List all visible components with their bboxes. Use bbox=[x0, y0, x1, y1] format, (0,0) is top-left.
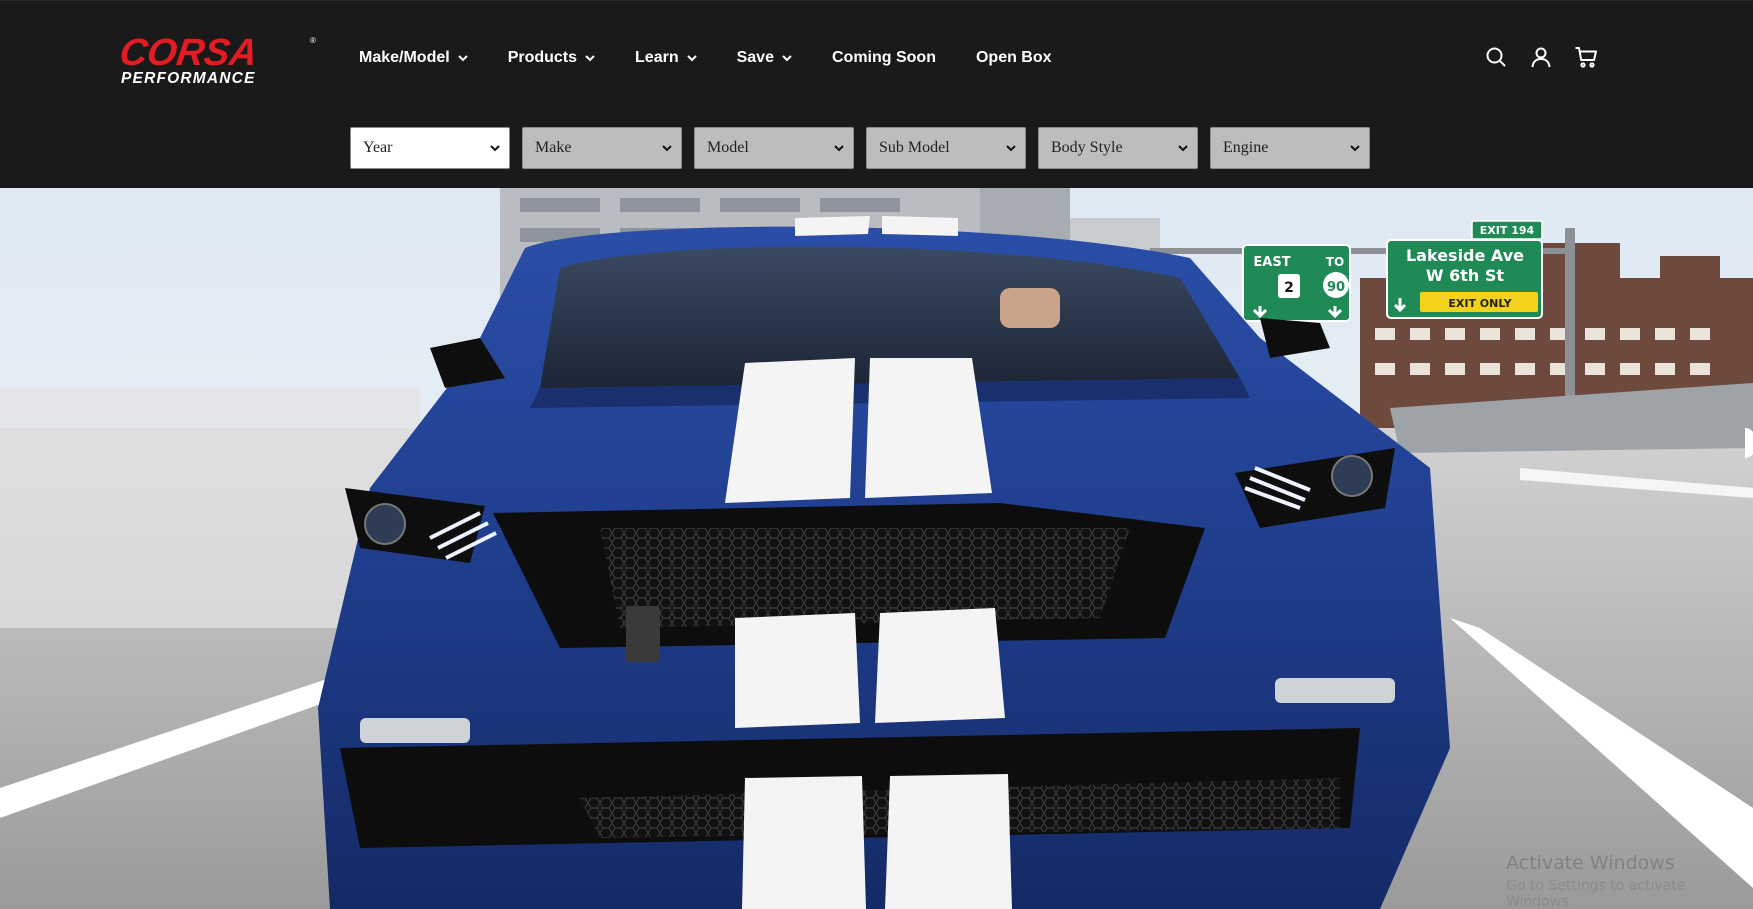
vehicle-filter-bar: Year Make Model Sub Model Body Style Engine bbox=[350, 127, 1382, 169]
svg-text:EAST: EAST bbox=[1253, 255, 1290, 270]
select-value: Body Style bbox=[1051, 139, 1123, 156]
nav-item-label: Open Box bbox=[975, 49, 1052, 66]
hero-image: EAST TO 2 90 EXIT 194 Lakeside Ave W 6th… bbox=[0, 188, 1753, 909]
logo-registered-mark: ® bbox=[310, 36, 316, 45]
nav-item-open-box[interactable]: Open Box bbox=[976, 49, 1052, 67]
search-icon[interactable] bbox=[1484, 45, 1508, 69]
logo-corsa-text: CORSA bbox=[119, 31, 260, 74]
svg-text:EXIT 194: EXIT 194 bbox=[1480, 224, 1535, 237]
nav-item-label: Make/Model bbox=[359, 49, 450, 66]
chevron-down-icon bbox=[1006, 145, 1016, 152]
chevron-down-icon bbox=[662, 145, 672, 152]
blue-sports-car bbox=[318, 226, 1450, 909]
nav-item-label: Coming Soon bbox=[831, 49, 936, 66]
year-select[interactable]: Year bbox=[350, 127, 510, 169]
engine-select[interactable]: Engine bbox=[1210, 127, 1370, 169]
select-value: Sub Model bbox=[879, 139, 950, 156]
chevron-down-icon bbox=[1350, 145, 1360, 152]
svg-text:2: 2 bbox=[1284, 280, 1294, 296]
chevron-down-icon bbox=[686, 54, 697, 61]
make-select[interactable]: Make bbox=[522, 127, 682, 169]
nav-item-label: Products bbox=[507, 49, 578, 66]
chevron-down-icon bbox=[782, 54, 792, 61]
chevron-down-icon bbox=[1178, 145, 1188, 152]
nav-item-save[interactable]: Save bbox=[737, 49, 792, 67]
nav-item-coming-soon[interactable]: Coming Soon bbox=[832, 49, 936, 67]
watermark-line2: Go to Settings to activate Windows. bbox=[1506, 878, 1686, 909]
chevron-down-icon bbox=[834, 145, 844, 152]
select-value: Make bbox=[535, 139, 572, 156]
nav-item-learn[interactable]: Learn bbox=[635, 49, 697, 67]
svg-text:Lakeside Ave: Lakeside Ave bbox=[1406, 246, 1524, 265]
nav-item-products[interactable]: Products bbox=[508, 49, 595, 67]
svg-text:TO: TO bbox=[1326, 255, 1344, 269]
body-style-select[interactable]: Body Style bbox=[1038, 127, 1198, 169]
sub-model-select[interactable]: Sub Model bbox=[866, 127, 1026, 169]
svg-text:W 6th St: W 6th St bbox=[1426, 266, 1504, 285]
corsa-performance-logo[interactable]: CORSA ® PERFORMANCE bbox=[119, 31, 319, 87]
cart-icon[interactable] bbox=[1574, 45, 1598, 69]
svg-text:90: 90 bbox=[1327, 280, 1345, 295]
os-activation-watermark: Activate Windows Go to Settings to activ… bbox=[1506, 852, 1753, 909]
logo-performance-text: PERFORMANCE bbox=[121, 70, 256, 87]
chevron-down-icon bbox=[490, 145, 500, 152]
nav-item-label: Save bbox=[736, 49, 774, 66]
hero-banner: EAST TO 2 90 EXIT 194 Lakeside Ave W 6th… bbox=[0, 188, 1753, 909]
svg-text:EXIT ONLY: EXIT ONLY bbox=[1448, 297, 1512, 310]
header-actions bbox=[1484, 45, 1598, 69]
main-nav: Make/Model Products Learn Save Coming Soon Op… bbox=[359, 45, 1092, 71]
account-icon[interactable] bbox=[1529, 45, 1553, 69]
watermark-line1: Activate Windows bbox=[1506, 852, 1675, 874]
select-value: Engine bbox=[1223, 139, 1269, 156]
nav-item-make-model[interactable]: Make/Model bbox=[359, 49, 468, 67]
chevron-down-icon bbox=[585, 54, 595, 61]
site-header: CORSA ® PERFORMANCE Make/Model Products Le… bbox=[0, 0, 1753, 188]
nav-item-label: Learn bbox=[635, 49, 679, 66]
model-select[interactable]: Model bbox=[694, 127, 854, 169]
chevron-down-icon bbox=[457, 54, 468, 61]
select-value: Model bbox=[707, 139, 749, 156]
highway-sign-east-to: EAST TO 2 90 bbox=[1242, 244, 1351, 322]
select-value: Year bbox=[363, 139, 393, 156]
